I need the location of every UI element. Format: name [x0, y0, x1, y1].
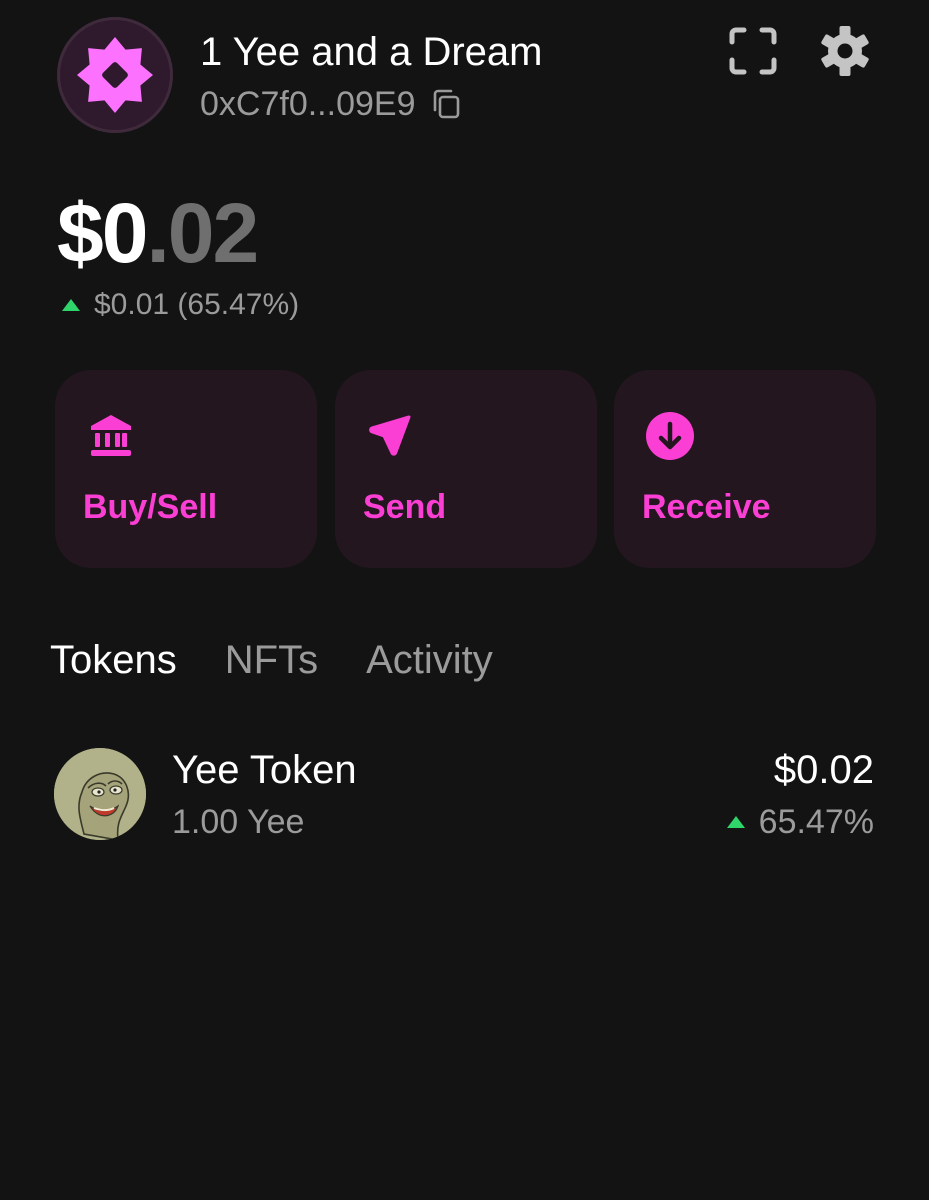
receive-label: Receive [642, 488, 771, 526]
buy-sell-button[interactable]: Buy/Sell [55, 370, 317, 568]
bank-icon [91, 415, 131, 456]
send-icon [369, 415, 411, 456]
wallet-address: 0xC7f0...09E9 [200, 84, 416, 123]
tab-activity[interactable]: Activity [366, 634, 493, 686]
buy-sell-label: Buy/Sell [83, 488, 218, 526]
address-row: 0xC7f0...09E9 [200, 84, 463, 124]
yee-token-logo [54, 748, 146, 840]
token-amount: 1.00 Yee [172, 803, 305, 841]
token-row[interactable]: Yee Token 1.00 Yee $0.02 65.47% [50, 738, 876, 848]
tab-nfts[interactable]: NFTs [225, 634, 318, 686]
token-name: Yee Token [172, 748, 357, 792]
token-change-percent: 65.47% [758, 802, 874, 841]
token-value: $0.02 [773, 748, 874, 792]
arrow-down-circle-icon [646, 412, 694, 460]
up-arrow-icon [726, 816, 745, 828]
receive-button[interactable]: Receive [614, 370, 876, 568]
account-avatar-icon [77, 37, 153, 113]
send-label: Send [363, 488, 447, 526]
balance-change-text: $0.01 (65.47%) [94, 288, 300, 321]
balance-whole: $0 [57, 186, 148, 280]
tab-tokens[interactable]: Tokens [50, 634, 177, 686]
scan-icon[interactable] [728, 26, 778, 76]
account-name: 1 Yee and a Dream [200, 30, 543, 74]
up-arrow-icon [62, 299, 80, 311]
balance-cents: .02 [146, 186, 259, 280]
balance-change: $0.01 (65.47%) [62, 285, 299, 325]
token-change: 65.47% [726, 800, 874, 844]
portfolio-balance: $0.02 [57, 186, 259, 280]
copy-icon[interactable] [429, 87, 463, 121]
gear-icon[interactable] [818, 24, 872, 78]
send-button[interactable]: Send [335, 370, 597, 568]
account-avatar[interactable] [57, 17, 173, 133]
portfolio-tabs: Tokens NFTs Activity [50, 634, 493, 686]
